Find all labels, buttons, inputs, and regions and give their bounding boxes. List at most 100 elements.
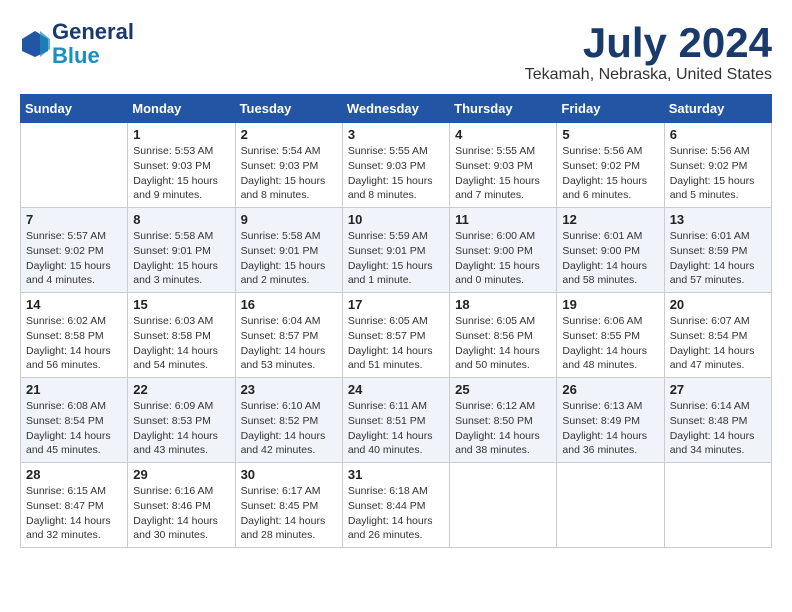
calendar-cell: 31 Sunrise: 6:18 AMSunset: 8:44 PMDaylig…	[342, 463, 449, 548]
weekday-header-friday: Friday	[557, 95, 664, 123]
calendar-cell: 10 Sunrise: 5:59 AMSunset: 9:01 PMDaylig…	[342, 208, 449, 293]
day-number: 19	[562, 297, 658, 312]
calendar-cell: 12 Sunrise: 6:01 AMSunset: 9:00 PMDaylig…	[557, 208, 664, 293]
calendar-cell: 16 Sunrise: 6:04 AMSunset: 8:57 PMDaylig…	[235, 293, 342, 378]
calendar-cell: 9 Sunrise: 5:58 AMSunset: 9:01 PMDayligh…	[235, 208, 342, 293]
calendar-cell	[450, 463, 557, 548]
calendar-week-1: 1 Sunrise: 5:53 AMSunset: 9:03 PMDayligh…	[21, 123, 772, 208]
day-number: 9	[241, 212, 337, 227]
calendar-cell	[21, 123, 128, 208]
day-detail: Sunrise: 6:17 AMSunset: 8:45 PMDaylight:…	[241, 485, 326, 541]
calendar-cell: 3 Sunrise: 5:55 AMSunset: 9:03 PMDayligh…	[342, 123, 449, 208]
calendar-cell: 6 Sunrise: 5:56 AMSunset: 9:02 PMDayligh…	[664, 123, 771, 208]
day-number: 15	[133, 297, 229, 312]
day-detail: Sunrise: 6:16 AMSunset: 8:46 PMDaylight:…	[133, 485, 218, 541]
calendar-cell	[664, 463, 771, 548]
day-detail: Sunrise: 5:56 AMSunset: 9:02 PMDaylight:…	[670, 145, 755, 201]
calendar-cell: 1 Sunrise: 5:53 AMSunset: 9:03 PMDayligh…	[128, 123, 235, 208]
calendar-table: SundayMondayTuesdayWednesdayThursdayFrid…	[20, 94, 772, 548]
calendar-week-5: 28 Sunrise: 6:15 AMSunset: 8:47 PMDaylig…	[21, 463, 772, 548]
day-number: 7	[26, 212, 122, 227]
day-detail: Sunrise: 6:08 AMSunset: 8:54 PMDaylight:…	[26, 400, 111, 456]
day-detail: Sunrise: 6:05 AMSunset: 8:57 PMDaylight:…	[348, 315, 433, 371]
day-detail: Sunrise: 5:53 AMSunset: 9:03 PMDaylight:…	[133, 145, 218, 201]
weekday-header-monday: Monday	[128, 95, 235, 123]
calendar-cell: 17 Sunrise: 6:05 AMSunset: 8:57 PMDaylig…	[342, 293, 449, 378]
day-number: 3	[348, 127, 444, 142]
day-number: 27	[670, 382, 766, 397]
day-detail: Sunrise: 5:58 AMSunset: 9:01 PMDaylight:…	[133, 230, 218, 286]
day-detail: Sunrise: 6:09 AMSunset: 8:53 PMDaylight:…	[133, 400, 218, 456]
day-number: 11	[455, 212, 551, 227]
day-detail: Sunrise: 6:03 AMSunset: 8:58 PMDaylight:…	[133, 315, 218, 371]
day-number: 2	[241, 127, 337, 142]
weekday-header-wednesday: Wednesday	[342, 95, 449, 123]
calendar-week-4: 21 Sunrise: 6:08 AMSunset: 8:54 PMDaylig…	[21, 378, 772, 463]
day-detail: Sunrise: 5:57 AMSunset: 9:02 PMDaylight:…	[26, 230, 111, 286]
day-number: 4	[455, 127, 551, 142]
title-block: July 2024 Tekamah, Nebraska, United Stat…	[525, 20, 772, 84]
day-detail: Sunrise: 6:07 AMSunset: 8:54 PMDaylight:…	[670, 315, 755, 371]
calendar-cell: 26 Sunrise: 6:13 AMSunset: 8:49 PMDaylig…	[557, 378, 664, 463]
calendar-cell: 13 Sunrise: 6:01 AMSunset: 8:59 PMDaylig…	[664, 208, 771, 293]
day-number: 21	[26, 382, 122, 397]
day-detail: Sunrise: 5:58 AMSunset: 9:01 PMDaylight:…	[241, 230, 326, 286]
calendar-cell: 4 Sunrise: 5:55 AMSunset: 9:03 PMDayligh…	[450, 123, 557, 208]
calendar-cell: 25 Sunrise: 6:12 AMSunset: 8:50 PMDaylig…	[450, 378, 557, 463]
calendar-cell: 18 Sunrise: 6:05 AMSunset: 8:56 PMDaylig…	[450, 293, 557, 378]
calendar-cell: 7 Sunrise: 5:57 AMSunset: 9:02 PMDayligh…	[21, 208, 128, 293]
day-number: 8	[133, 212, 229, 227]
calendar-cell: 11 Sunrise: 6:00 AMSunset: 9:00 PMDaylig…	[450, 208, 557, 293]
calendar-week-2: 7 Sunrise: 5:57 AMSunset: 9:02 PMDayligh…	[21, 208, 772, 293]
calendar-cell: 20 Sunrise: 6:07 AMSunset: 8:54 PMDaylig…	[664, 293, 771, 378]
day-number: 28	[26, 467, 122, 482]
day-number: 6	[670, 127, 766, 142]
day-detail: Sunrise: 6:11 AMSunset: 8:51 PMDaylight:…	[348, 400, 433, 456]
day-number: 20	[670, 297, 766, 312]
calendar-cell: 24 Sunrise: 6:11 AMSunset: 8:51 PMDaylig…	[342, 378, 449, 463]
calendar-cell: 28 Sunrise: 6:15 AMSunset: 8:47 PMDaylig…	[21, 463, 128, 548]
day-detail: Sunrise: 5:55 AMSunset: 9:03 PMDaylight:…	[348, 145, 433, 201]
day-number: 16	[241, 297, 337, 312]
day-detail: Sunrise: 6:18 AMSunset: 8:44 PMDaylight:…	[348, 485, 433, 541]
day-number: 18	[455, 297, 551, 312]
logo-icon	[20, 29, 50, 59]
day-detail: Sunrise: 6:01 AMSunset: 9:00 PMDaylight:…	[562, 230, 647, 286]
logo: GeneralBlue	[20, 20, 134, 68]
day-detail: Sunrise: 6:13 AMSunset: 8:49 PMDaylight:…	[562, 400, 647, 456]
calendar-cell: 29 Sunrise: 6:16 AMSunset: 8:46 PMDaylig…	[128, 463, 235, 548]
calendar-cell: 23 Sunrise: 6:10 AMSunset: 8:52 PMDaylig…	[235, 378, 342, 463]
day-detail: Sunrise: 5:55 AMSunset: 9:03 PMDaylight:…	[455, 145, 540, 201]
day-detail: Sunrise: 6:00 AMSunset: 9:00 PMDaylight:…	[455, 230, 540, 286]
day-detail: Sunrise: 6:01 AMSunset: 8:59 PMDaylight:…	[670, 230, 755, 286]
day-number: 5	[562, 127, 658, 142]
day-number: 29	[133, 467, 229, 482]
calendar-cell: 19 Sunrise: 6:06 AMSunset: 8:55 PMDaylig…	[557, 293, 664, 378]
day-number: 13	[670, 212, 766, 227]
calendar-cell: 27 Sunrise: 6:14 AMSunset: 8:48 PMDaylig…	[664, 378, 771, 463]
day-detail: Sunrise: 6:02 AMSunset: 8:58 PMDaylight:…	[26, 315, 111, 371]
day-detail: Sunrise: 6:14 AMSunset: 8:48 PMDaylight:…	[670, 400, 755, 456]
day-detail: Sunrise: 6:06 AMSunset: 8:55 PMDaylight:…	[562, 315, 647, 371]
calendar-cell: 22 Sunrise: 6:09 AMSunset: 8:53 PMDaylig…	[128, 378, 235, 463]
day-number: 26	[562, 382, 658, 397]
day-number: 31	[348, 467, 444, 482]
calendar-cell	[557, 463, 664, 548]
day-number: 10	[348, 212, 444, 227]
day-number: 12	[562, 212, 658, 227]
weekday-header-sunday: Sunday	[21, 95, 128, 123]
calendar-cell: 21 Sunrise: 6:08 AMSunset: 8:54 PMDaylig…	[21, 378, 128, 463]
month-title: July 2024	[525, 20, 772, 66]
day-number: 30	[241, 467, 337, 482]
location: Tekamah, Nebraska, United States	[525, 66, 772, 84]
day-number: 1	[133, 127, 229, 142]
day-number: 24	[348, 382, 444, 397]
page-header: GeneralBlue July 2024 Tekamah, Nebraska,…	[20, 20, 772, 84]
weekday-header-tuesday: Tuesday	[235, 95, 342, 123]
day-detail: Sunrise: 5:54 AMSunset: 9:03 PMDaylight:…	[241, 145, 326, 201]
day-detail: Sunrise: 6:10 AMSunset: 8:52 PMDaylight:…	[241, 400, 326, 456]
calendar-cell: 5 Sunrise: 5:56 AMSunset: 9:02 PMDayligh…	[557, 123, 664, 208]
day-number: 14	[26, 297, 122, 312]
calendar-cell: 2 Sunrise: 5:54 AMSunset: 9:03 PMDayligh…	[235, 123, 342, 208]
day-number: 23	[241, 382, 337, 397]
